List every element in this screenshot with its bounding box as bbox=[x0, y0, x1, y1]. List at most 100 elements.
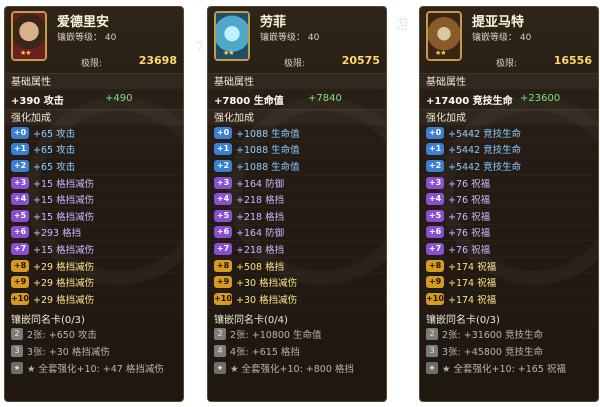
enhance-level-badge: +4 bbox=[426, 193, 444, 206]
enhance-level-badge: +5 bbox=[11, 209, 29, 222]
enhance-level-badge: +6 bbox=[426, 226, 444, 239]
enhance-bonus-text: +76 祝福 bbox=[448, 244, 491, 256]
card-portrait[interactable]: ★★ bbox=[11, 11, 47, 61]
enhance-level-badge: +4 bbox=[214, 193, 232, 206]
enhance-bonus-text: +76 祝福 bbox=[448, 228, 491, 240]
enhance-row: +5 +15 格挡减伤 bbox=[5, 208, 183, 225]
inlay-level: 镶嵌等级： 40 bbox=[57, 33, 117, 43]
limit-value: 16556 bbox=[553, 54, 592, 67]
base-attr-value: +7800 生命值 bbox=[214, 96, 284, 107]
set-bonus-header: 镶嵌同名卡(0/4) bbox=[214, 314, 288, 326]
enhance-bonus-text: +1088 生命值 bbox=[236, 128, 300, 140]
limit-label: 极限: bbox=[496, 59, 518, 69]
set-bonus-row: 2 2张: +31600 竞技生命 bbox=[420, 326, 598, 343]
enhance-list: +0 +5442 竞技生命 +1 +5442 竞技生命 +2 +5442 竞技生命 +3 +7… bbox=[420, 125, 598, 308]
enhance-bonus-text: +76 祝福 bbox=[448, 211, 491, 223]
card-portrait[interactable]: ★★ bbox=[426, 11, 462, 61]
enhance-bonus-text: +15 格挡减伤 bbox=[33, 244, 95, 256]
base-attr-header: 基础属性 bbox=[5, 73, 183, 89]
enhance-level-badge: +2 bbox=[11, 159, 29, 172]
enhance-level-badge: +7 bbox=[11, 242, 29, 255]
enhance-bonus-text: +65 攻击 bbox=[33, 145, 76, 157]
enhance-header: 强化加成 bbox=[5, 109, 183, 125]
enhance-row: +6 +164 防御 bbox=[208, 225, 386, 242]
enhance-list: +0 +1088 生命值 +1 +1088 生命值 +2 +1088 生命值 +3 +164 … bbox=[208, 125, 386, 308]
enhance-bonus-text: +29 格挡减伤 bbox=[33, 261, 95, 273]
enhance-level-badge: +8 bbox=[214, 259, 232, 272]
card-panel-adrian: ★★ 爱德里安 镶嵌等级： 40 极限: 23698 基础属性 +390 攻击 … bbox=[4, 6, 184, 402]
card-header: ★★ 劳菲 镶嵌等级： 40 极限: 20575 bbox=[208, 7, 386, 73]
set-count-badge: 2 bbox=[214, 328, 226, 341]
set-bonus-row: 3 3张: +30 格挡减伤 bbox=[5, 343, 183, 360]
enhance-bonus-text: +293 格挡 bbox=[33, 228, 82, 240]
enhance-bonus-text: +5442 竞技生命 bbox=[448, 128, 522, 140]
set-bonus-text: 2张: +31600 竞技生命 bbox=[442, 330, 543, 342]
base-attr-row: +17400 竞技生命 +23600 bbox=[420, 89, 598, 109]
enhance-bonus-text: +174 祝福 bbox=[448, 261, 497, 273]
enhance-row: +10 +30 格挡减伤 bbox=[208, 291, 386, 308]
set-bonus-text: 2张: +10800 生命值 bbox=[230, 330, 322, 342]
enhance-level-badge: +3 bbox=[426, 176, 444, 189]
watermark-char: 7 bbox=[195, 40, 204, 56]
enhance-level-badge: +7 bbox=[214, 242, 232, 255]
card-panel-tiamat: ★★ 提亚马特 镶嵌等级： 40 极限: 16556 基础属性 +17400 竞… bbox=[419, 6, 599, 402]
enhance-bonus-text: +30 格挡减伤 bbox=[236, 294, 298, 306]
inlay-level: 镶嵌等级： 40 bbox=[260, 33, 320, 43]
star-rating-icon: ★★ bbox=[20, 49, 32, 57]
enhance-row: +2 +65 攻击 bbox=[5, 158, 183, 175]
enhance-row: +2 +5442 竞技生命 bbox=[420, 158, 598, 175]
enhance-row: +3 +76 祝福 bbox=[420, 175, 598, 192]
enhance-level-badge: +2 bbox=[426, 159, 444, 172]
enhance-bonus-text: +65 攻击 bbox=[33, 128, 76, 140]
set-bonus-text: 3张: +45800 竞技生命 bbox=[442, 347, 543, 359]
base-attr-bonus: +7840 bbox=[308, 93, 342, 104]
enhance-level-badge: +9 bbox=[214, 276, 232, 289]
set-bonus-list: 2 2张: +10800 生命值 4 4张: +615 格挡 ★ ★ 全套强化+10: +… bbox=[208, 326, 386, 377]
enhance-level-badge: +8 bbox=[426, 259, 444, 272]
set-bonus-text: 3张: +30 格挡减伤 bbox=[27, 347, 110, 359]
set-bonus-row: ★ ★ 全套强化+10: +47 格挡减伤 bbox=[5, 360, 183, 377]
enhance-level-badge: +0 bbox=[11, 126, 29, 139]
base-attr-header: 基础属性 bbox=[420, 73, 598, 89]
enhance-level-badge: +10 bbox=[214, 292, 232, 305]
enhance-level-badge: +1 bbox=[426, 143, 444, 156]
enhance-bonus-text: +76 祝福 bbox=[448, 178, 491, 190]
base-attr-value: +17400 竞技生命 bbox=[426, 96, 513, 107]
enhance-row: +8 +29 格挡减伤 bbox=[5, 258, 183, 275]
enhance-level-badge: +1 bbox=[214, 143, 232, 156]
set-bonus-row: 2 2张: +10800 生命值 bbox=[208, 326, 386, 343]
enhance-row: +8 +174 祝福 bbox=[420, 258, 598, 275]
full-set-icon: ★ bbox=[426, 362, 438, 375]
base-attr-header: 基础属性 bbox=[208, 73, 386, 89]
enhance-row: +2 +1088 生命值 bbox=[208, 158, 386, 175]
base-attr-row: +7800 生命值 +7840 bbox=[208, 89, 386, 109]
enhance-row: +4 +218 格挡 bbox=[208, 191, 386, 208]
base-attr-row: +390 攻击 +490 bbox=[5, 89, 183, 109]
set-bonus-list: 2 2张: +650 攻击 3 3张: +30 格挡减伤 ★ ★ 全套强化+10: +47… bbox=[5, 326, 183, 377]
base-attr-bonus: +490 bbox=[105, 93, 133, 104]
enhance-row: +6 +76 祝福 bbox=[420, 225, 598, 242]
enhance-row: +6 +293 格挡 bbox=[5, 225, 183, 242]
card-name: 爱德里安 bbox=[57, 15, 110, 30]
set-bonus-list: 2 2张: +31600 竞技生命 3 3张: +45800 竞技生命 ★ ★ 全套强化+… bbox=[420, 326, 598, 377]
enhance-bonus-text: +15 格挡减伤 bbox=[33, 178, 95, 190]
set-count-badge: 4 bbox=[214, 345, 226, 358]
enhance-row: +0 +65 攻击 bbox=[5, 125, 183, 142]
full-set-icon: ★ bbox=[214, 362, 226, 375]
set-bonus-header: 镶嵌同名卡(0/3) bbox=[11, 314, 85, 326]
enhance-row: +1 +1088 生命值 bbox=[208, 142, 386, 159]
enhance-level-badge: +8 bbox=[11, 259, 29, 272]
enhance-bonus-text: +15 格挡减伤 bbox=[33, 211, 95, 223]
enhance-row: +7 +218 格挡 bbox=[208, 241, 386, 258]
enhance-level-badge: +1 bbox=[11, 143, 29, 156]
enhance-bonus-text: +76 祝福 bbox=[448, 195, 491, 207]
set-bonus-row: 3 3张: +45800 竞技生命 bbox=[420, 343, 598, 360]
set-count-badge: 2 bbox=[11, 328, 23, 341]
set-count-badge: 3 bbox=[11, 345, 23, 358]
enhance-row: +5 +76 祝福 bbox=[420, 208, 598, 225]
enhance-level-badge: +3 bbox=[11, 176, 29, 189]
enhance-row: +7 +15 格挡减伤 bbox=[5, 241, 183, 258]
set-bonus-text: ★ 全套强化+10: +800 格挡 bbox=[230, 364, 354, 376]
enhance-level-badge: +2 bbox=[214, 159, 232, 172]
card-portrait[interactable]: ★★ bbox=[214, 11, 250, 61]
